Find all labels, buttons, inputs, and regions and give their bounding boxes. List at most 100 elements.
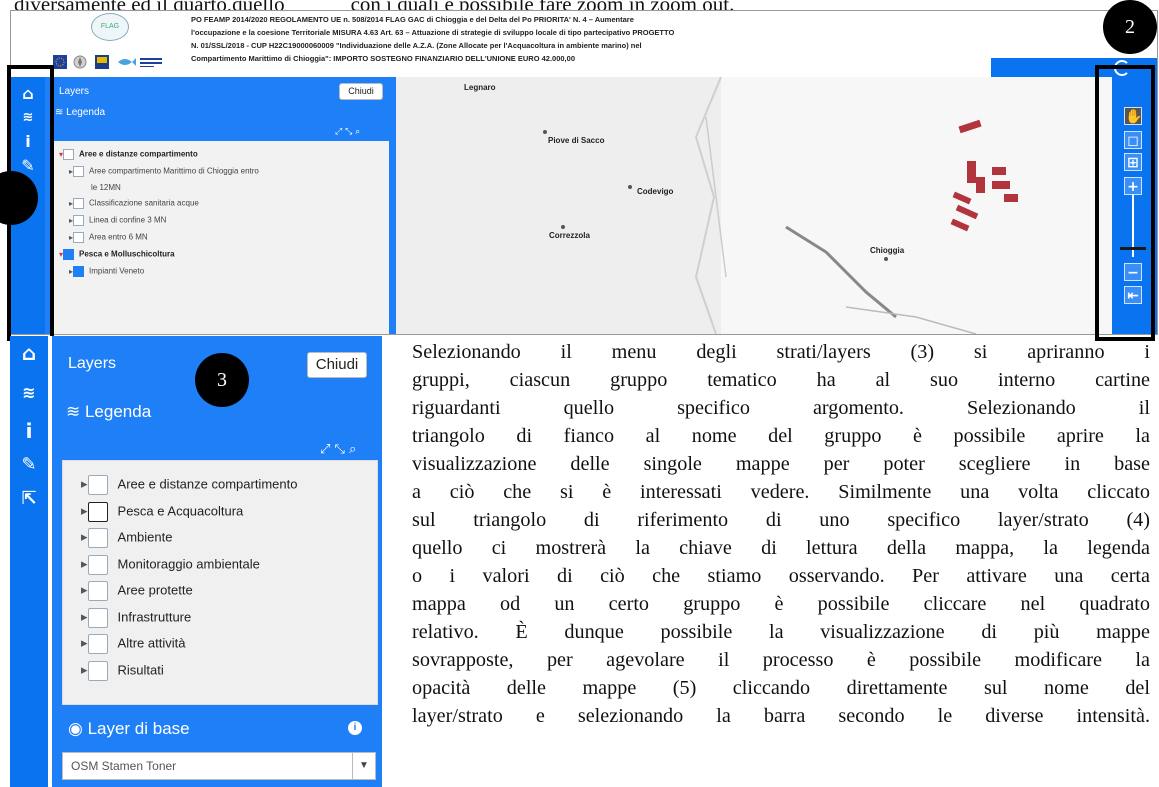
group-checkbox[interactable] [87, 581, 108, 601]
layer-row[interactable]: ▸ Linea di confine 3 MN [69, 215, 166, 226]
legend-header[interactable]: ≋ Legenda [55, 107, 105, 118]
layer-label: le 12MN [91, 183, 121, 192]
header-line-2: l'occupazione e la coesione Territoriale… [191, 28, 675, 37]
collapse-icon[interactable]: ⤡ [335, 442, 345, 457]
layer-group-row[interactable]: ▸ Pesca e Acquacoltura [81, 501, 243, 522]
layer-checkbox[interactable] [73, 215, 85, 226]
expand-triangle-icon[interactable]: ▸ [81, 609, 88, 625]
share-icon[interactable]: ⇱ [20, 490, 38, 508]
layer-checkbox[interactable] [63, 249, 75, 260]
layers-icon[interactable]: ≋ [20, 384, 38, 402]
layer-group-row[interactable]: ▸ Aree protette [81, 581, 193, 601]
map-label-chioggia: Chioggia [870, 246, 905, 255]
group-checkbox[interactable] [87, 634, 108, 654]
group-checkbox[interactable] [87, 475, 108, 495]
legend-header[interactable]: ≋ Legenda [66, 402, 151, 422]
group-label: Altre attività [117, 635, 186, 651]
layer-group-row[interactable]: ▸ Risultati [81, 660, 164, 681]
group-checkbox[interactable] [87, 554, 108, 575]
paragraph-line: triangolo di fianco al nome del gruppo è… [412, 425, 1150, 447]
highlight-frame-right [1095, 65, 1155, 341]
home-icon[interactable]: ⌂ [20, 343, 38, 363]
town-marker [543, 130, 547, 134]
header-line-4: Compartimento Marittimo di Chioggia": IM… [191, 54, 575, 63]
base-layer-select[interactable]: OSM Stamen Toner ▼ [62, 752, 376, 780]
layer-group-row[interactable]: ▾ Aree e distanze compartimento [59, 149, 198, 160]
search-icon[interactable]: ⌕ [349, 442, 356, 457]
layer-row[interactable]: ▸ Aree compartimento Marittimo di Chiogg… [69, 166, 259, 177]
fisheries-logo-icon [118, 58, 136, 66]
layer-checkbox[interactable] [73, 232, 85, 243]
aquaculture-plant[interactable] [992, 181, 1010, 189]
chevron-down-icon[interactable]: ▼ [352, 753, 375, 779]
coastline [694, 77, 977, 334]
map-label-codevigo: Codevigo [637, 187, 674, 196]
layer-group-list: ▸ Aree e distanze compartimento ▸ Pesca e… [62, 460, 378, 705]
paragraph-line: quello ci mostrerà la chiave di lettura … [412, 537, 1150, 559]
layers-stack-icon: ≋ [66, 402, 85, 421]
aquaculture-plant[interactable] [967, 161, 976, 183]
expand-triangle-icon[interactable]: ▸ [81, 662, 88, 678]
expand-icon[interactable]: ⤢ [320, 442, 330, 457]
layer-group-row[interactable]: ▸ Altre attività [81, 634, 185, 654]
group-checkbox[interactable] [87, 501, 108, 522]
layer-group-row[interactable]: ▸ Infrastrutture [81, 607, 192, 628]
layer-group-row[interactable]: ▸ Monitoraggio ambientale [81, 554, 260, 575]
expand-triangle-icon[interactable]: ▸ [81, 476, 88, 492]
layer-label: Pesca e Molluschicoltura [79, 249, 175, 259]
screenshot-map-view: FLAG PO FEAMP 2014/2020 REGOLAMENTO UE n… [10, 10, 1158, 335]
layer-group-row[interactable]: ▸ Aree e distanze compartimento [81, 475, 297, 495]
paragraph-line: o i valori di ciò che stiamo osservando.… [412, 565, 1150, 587]
town-marker [884, 257, 888, 261]
town-marker [561, 225, 565, 229]
screenshot-layers-panel: ⌂ ≋ i ✎ ⇱ Layers Chiudi ≋ Legenda ⤢ ⤡ ⌕ … [10, 336, 382, 787]
layer-row[interactable]: ▸ Impianti Veneto [69, 266, 144, 277]
expand-triangle-icon[interactable]: ▸ [81, 556, 88, 572]
italy-emblem-icon [73, 55, 87, 69]
group-label: Aree protette [117, 582, 193, 598]
map-canvas[interactable]: Legnaro Piove di Sacco Codevigo Correzzo… [396, 77, 1157, 334]
layer-checkbox[interactable] [73, 198, 85, 209]
group-checkbox[interactable] [87, 528, 108, 548]
paragraph-line: Selezionando il menu degli strati/layers… [412, 341, 1150, 363]
expand-triangle-icon[interactable]: ▸ [81, 529, 88, 545]
layer-row[interactable]: ▸ Area entro 6 MN [69, 232, 148, 243]
expand-triangle-icon[interactable]: ▸ [81, 582, 88, 598]
close-button[interactable]: Chiudi [307, 352, 367, 378]
layer-group-row[interactable]: ▸ Ambiente [81, 528, 172, 548]
paragraph-line: gruppi, ciascun gruppo tematico ha al su… [412, 369, 1150, 391]
aquaculture-plant[interactable] [1004, 194, 1018, 202]
layer-group-row[interactable]: ▾ Pesca e Molluschicoltura [59, 249, 175, 260]
group-checkbox[interactable] [87, 660, 108, 681]
layers-panel-small: Layers Chiudi ≋ Legenda ⤢ ⤡ ⌕ ▾ Aree e d… [45, 77, 396, 334]
panel-title: Layers [68, 355, 117, 372]
info-icon[interactable]: i [20, 421, 38, 441]
layer-checkbox[interactable] [73, 266, 85, 277]
layer-label: Aree e distanze compartimento [79, 149, 198, 159]
layer-label: Area entro 6 MN [89, 232, 148, 242]
expand-icon[interactable]: ⤢ [335, 127, 342, 137]
layer-row[interactable]: ▸ Classificazione sanitaria acque [69, 198, 199, 209]
expand-triangle-icon[interactable]: ▸ [81, 503, 88, 519]
group-label: Monitoraggio ambientale [117, 555, 260, 571]
globe-icon: ◉ [68, 719, 88, 738]
group-label: Infrastrutture [117, 608, 192, 624]
draw-icon[interactable]: ✎ [20, 456, 38, 474]
aquaculture-plant[interactable] [992, 167, 1006, 175]
group-checkbox[interactable] [87, 607, 108, 628]
layer-label: Linea di confine 3 MN [89, 215, 167, 225]
group-label: Risultati [117, 661, 164, 677]
aquaculture-plant[interactable] [976, 177, 985, 193]
layer-label: Classificazione sanitaria acque [89, 198, 199, 208]
expand-triangle-icon[interactable]: ▸ [81, 635, 88, 651]
layer-row[interactable]: le 12MN [91, 183, 121, 192]
close-button[interactable]: Chiudi [339, 83, 383, 100]
layer-checkbox[interactable] [73, 166, 85, 177]
layer-checkbox[interactable] [63, 149, 75, 160]
info-circle-icon[interactable]: i [348, 721, 362, 735]
paragraph-line: layer/strato e selezionando la barra sec… [412, 705, 1150, 727]
group-label: Aree e distanze compartimento [117, 476, 298, 492]
collapse-icon[interactable]: ⤡ [345, 127, 352, 137]
paragraph-line: visualizzazione delle singole mappe per … [412, 453, 1150, 475]
search-icon[interactable]: ⌕ [355, 127, 360, 137]
